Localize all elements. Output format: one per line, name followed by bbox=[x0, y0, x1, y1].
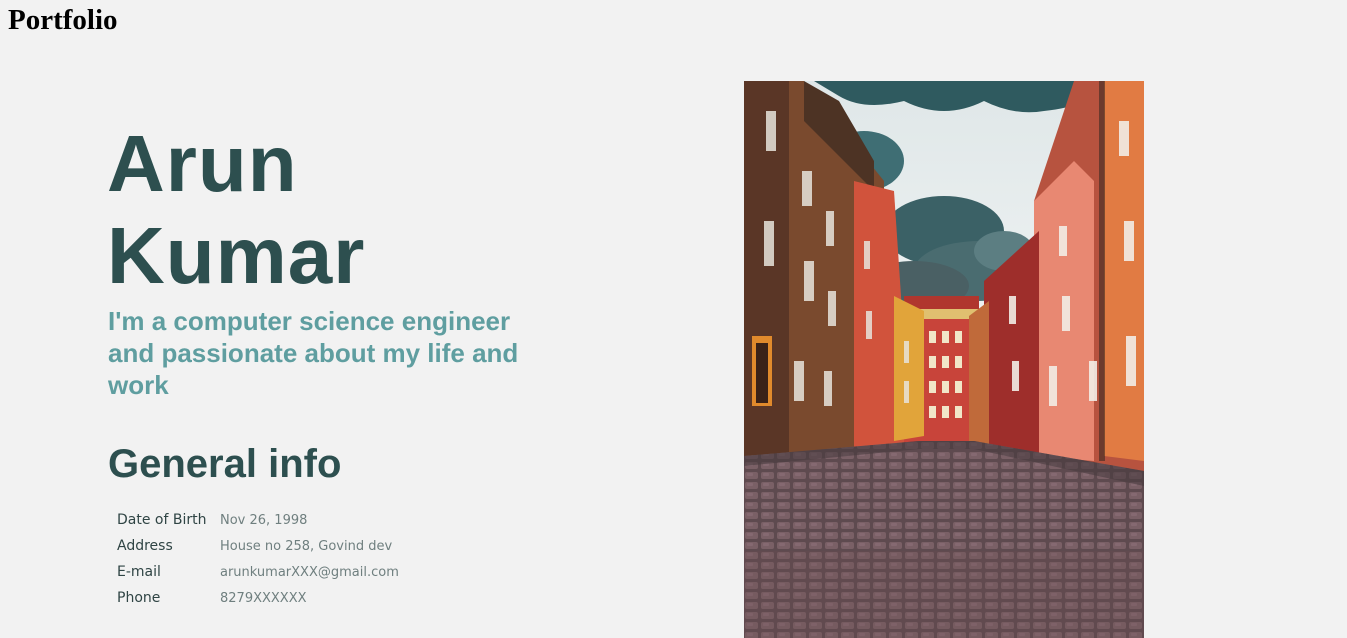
address-label: Address bbox=[117, 538, 173, 554]
cobblestone-street-photo bbox=[744, 81, 1144, 638]
table-row: Phone 8279XXXXXX bbox=[113, 585, 403, 611]
email-label: E-mail bbox=[117, 564, 161, 580]
address-value: House no 258, Govind dev bbox=[220, 538, 393, 554]
phone-label: Phone bbox=[117, 590, 161, 606]
email-value: arunkumarXXX@gmail.com bbox=[220, 564, 399, 580]
portfolio-page: Portfolio Arun Kumar I'm a computer scie… bbox=[0, 0, 1347, 638]
table-row: Date of Birth Nov 26, 1998 bbox=[113, 507, 403, 533]
hero-name: Arun Kumar bbox=[107, 118, 365, 302]
last-name: Kumar bbox=[107, 211, 366, 300]
tagline: I'm a computer science engineer and pass… bbox=[108, 306, 519, 400]
general-info-title: General info bbox=[108, 442, 342, 486]
phone-value: 8279XXXXXX bbox=[220, 590, 307, 606]
site-title: Portfolio bbox=[8, 4, 118, 36]
general-info-table: Date of Birth Nov 26, 1998 Address House… bbox=[113, 507, 403, 611]
dob-label: Date of Birth bbox=[117, 512, 207, 528]
table-row: E-mail arunkumarXXX@gmail.com bbox=[113, 559, 403, 585]
first-name: Arun bbox=[107, 119, 298, 208]
table-row: Address House no 258, Govind dev bbox=[113, 533, 403, 559]
dob-value: Nov 26, 1998 bbox=[220, 512, 308, 528]
